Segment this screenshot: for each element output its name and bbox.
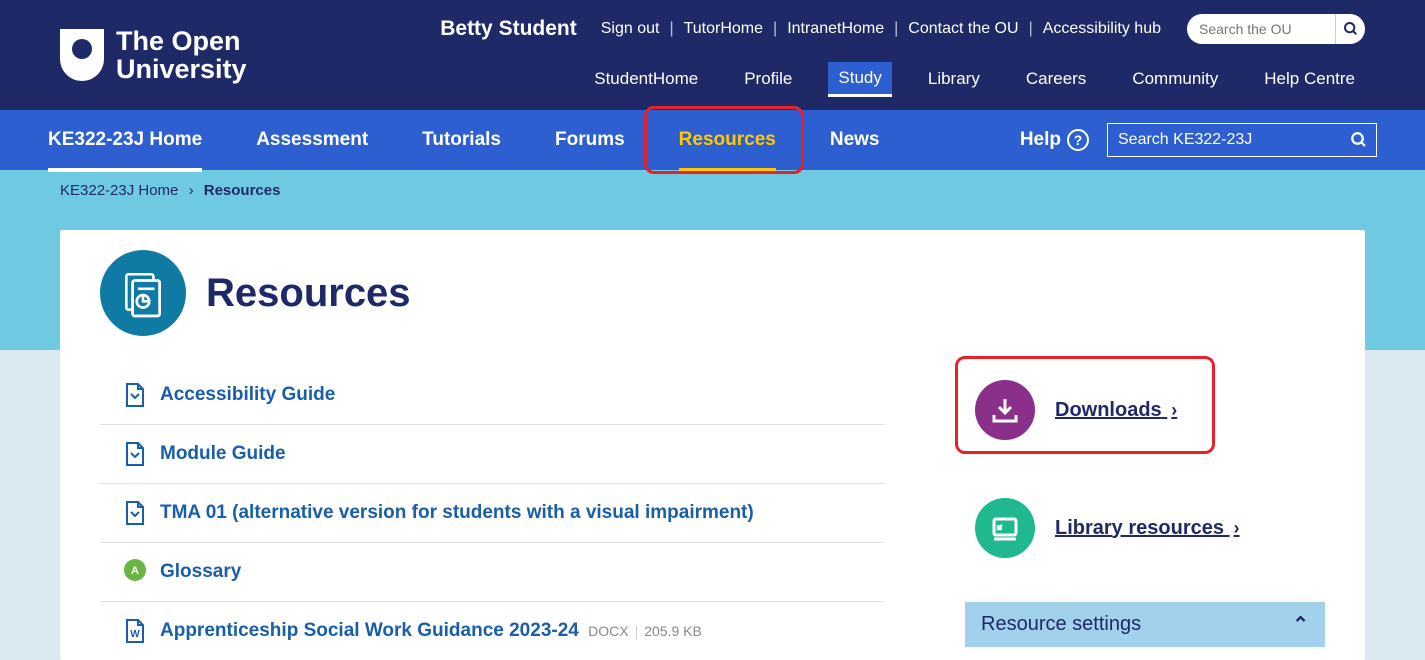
glossary-icon: A: [124, 559, 146, 585]
resource-link[interactable]: Module Guide: [160, 443, 286, 465]
module-nav: KE322-23J Home Assessment Tutorials Foru…: [0, 110, 1425, 170]
page-title: Resources: [206, 271, 411, 316]
resource-label: Apprenticeship Social Work Guidance 2023…: [160, 620, 579, 641]
chevron-right-icon: ›: [189, 182, 194, 199]
page-header: Resources: [100, 250, 1325, 336]
resource-link[interactable]: Apprenticeship Social Work Guidance 2023…: [160, 620, 702, 642]
nav-library[interactable]: Library: [918, 63, 990, 95]
module-nav-assessment[interactable]: Assessment: [256, 112, 368, 168]
resource-list-column: Accessibility Guide Module Guide TMA 01 …: [100, 366, 885, 660]
word-doc-icon: W: [124, 618, 146, 644]
nav-studenthome[interactable]: StudentHome: [584, 63, 708, 95]
nav-careers[interactable]: Careers: [1016, 63, 1096, 95]
accessibility-hub-link[interactable]: Accessibility hub: [1043, 20, 1161, 38]
module-search-input[interactable]: [1108, 131, 1342, 149]
breadcrumb-current: Resources: [204, 182, 281, 199]
library-link-row: Library resources ›: [965, 484, 1325, 572]
resource-link[interactable]: Glossary: [160, 561, 241, 583]
search-icon: [1350, 131, 1368, 149]
resources-page-icon: [100, 250, 186, 336]
svg-text:W: W: [130, 629, 140, 640]
top-links: Betty Student Sign out| TutorHome| Intra…: [440, 14, 1365, 44]
tutorhome-link[interactable]: TutorHome: [684, 20, 763, 38]
intranethome-link[interactable]: IntranetHome: [787, 20, 884, 38]
breadcrumb-home[interactable]: KE322-23J Home: [60, 182, 178, 199]
file-meta: DOCX|205.9 KB: [588, 623, 702, 639]
nav-help-centre[interactable]: Help Centre: [1254, 63, 1365, 95]
logo-shield-icon: [60, 29, 104, 81]
help-label: Help: [1020, 129, 1061, 151]
module-nav-resources[interactable]: Resources: [679, 112, 776, 168]
module-nav-tutorials[interactable]: Tutorials: [422, 112, 501, 168]
module-search-button[interactable]: [1342, 123, 1376, 157]
document-icon: [124, 500, 146, 526]
module-nav-home[interactable]: KE322-23J Home: [48, 112, 202, 168]
help-link[interactable]: Help ?: [1020, 129, 1089, 151]
resource-settings-label: Resource settings: [981, 613, 1141, 636]
chevron-right-icon: ›: [1171, 400, 1177, 420]
downloads-link-row: Downloads ›: [965, 366, 1325, 454]
logo-text: The Open University: [116, 27, 247, 84]
contact-ou-link[interactable]: Contact the OU: [908, 20, 1018, 38]
downloads-link[interactable]: Downloads ›: [1055, 399, 1177, 422]
list-item: Module Guide: [100, 425, 885, 484]
main-nav: StudentHome Profile Study Library Career…: [584, 62, 1365, 97]
resource-link[interactable]: TMA 01 (alternative version for students…: [160, 502, 754, 524]
svg-text:A: A: [131, 565, 139, 577]
breadcrumb: KE322-23J Home › Resources: [0, 170, 1425, 211]
list-item: TMA 01 (alternative version for students…: [100, 484, 885, 543]
search-ou-button[interactable]: [1335, 14, 1365, 44]
chevron-right-icon: ›: [1234, 518, 1240, 538]
module-nav-forums[interactable]: Forums: [555, 112, 625, 168]
resource-list: Accessibility Guide Module Guide TMA 01 …: [100, 366, 885, 660]
list-item: Accessibility Guide: [100, 366, 885, 425]
document-icon: [124, 382, 146, 408]
nav-study[interactable]: Study: [828, 62, 891, 97]
content: Resources Accessibility Guide Module Gui…: [60, 230, 1365, 660]
logo[interactable]: The Open University: [60, 27, 247, 84]
module-nav-news[interactable]: News: [830, 112, 880, 168]
list-item: A Glossary: [100, 543, 885, 602]
library-resources-link[interactable]: Library resources ›: [1055, 517, 1240, 540]
nav-community[interactable]: Community: [1122, 63, 1228, 95]
resource-link[interactable]: Accessibility Guide: [160, 384, 335, 406]
help-icon: ?: [1067, 129, 1089, 151]
sign-out-link[interactable]: Sign out: [601, 20, 660, 38]
nav-profile[interactable]: Profile: [734, 63, 802, 95]
side-column: Downloads › Library resources › Resource…: [965, 366, 1325, 660]
search-ou-input[interactable]: [1187, 14, 1335, 44]
resource-settings-panel[interactable]: Resource settings ⌃: [965, 602, 1325, 647]
top-header: The Open University Betty Student Sign o…: [0, 0, 1425, 110]
module-search: [1107, 123, 1377, 157]
search-icon: [1343, 21, 1359, 37]
search-ou: [1187, 14, 1365, 44]
document-icon: [124, 441, 146, 467]
download-icon: [975, 380, 1035, 440]
library-icon: [975, 498, 1035, 558]
chevron-up-icon: ⌃: [1292, 612, 1309, 637]
user-name: Betty Student: [440, 17, 577, 41]
list-item: W Apprenticeship Social Work Guidance 20…: [100, 602, 885, 660]
